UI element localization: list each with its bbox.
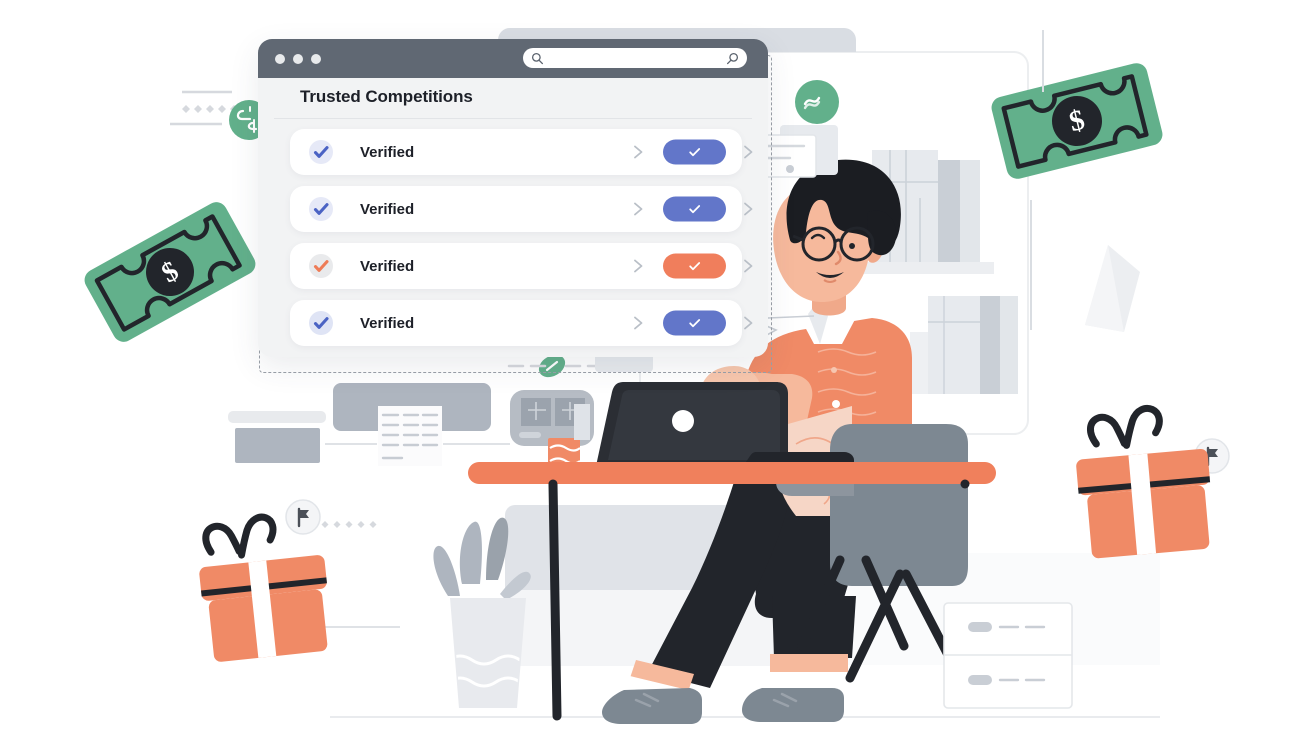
list-item[interactable]: Verified bbox=[290, 300, 753, 346]
check-icon bbox=[689, 319, 701, 328]
search-icon[interactable] bbox=[726, 52, 739, 65]
drawer-cabinet bbox=[943, 602, 1073, 709]
drawer-handle bbox=[968, 622, 992, 632]
check-icon bbox=[689, 148, 701, 157]
window-maximize-dot[interactable] bbox=[311, 53, 321, 64]
status-toggle[interactable] bbox=[663, 139, 726, 165]
list-item[interactable]: Verified bbox=[290, 243, 753, 289]
list-item-label: Verified bbox=[360, 143, 415, 161]
chevron-right-icon bbox=[634, 202, 643, 216]
status-toggle[interactable] bbox=[663, 196, 726, 222]
search-icon bbox=[531, 52, 544, 64]
verified-check-icon bbox=[309, 140, 333, 164]
chevron-right-icon bbox=[634, 259, 643, 273]
window-titlebar bbox=[258, 39, 768, 78]
list-item-label: Verified bbox=[360, 200, 415, 218]
traffic-lights bbox=[275, 53, 321, 64]
list-item[interactable]: Verified bbox=[290, 129, 753, 175]
chevron-right-icon bbox=[744, 202, 753, 216]
verified-check-icon bbox=[309, 254, 333, 278]
verified-check-icon bbox=[309, 311, 333, 335]
window-minimize-dot[interactable] bbox=[293, 53, 303, 64]
drawer-handle bbox=[968, 675, 992, 685]
flag-badge-left bbox=[285, 499, 321, 535]
check-icon bbox=[689, 262, 701, 271]
competition-list: Verified Verified Verified Verified bbox=[290, 129, 753, 357]
list-item-label: Verified bbox=[360, 314, 415, 332]
verified-check-icon bbox=[309, 197, 333, 221]
page-title: Trusted Competitions bbox=[300, 87, 473, 106]
chevron-right-icon bbox=[744, 316, 753, 330]
chevron-right-icon bbox=[634, 145, 643, 159]
chevron-right-icon bbox=[744, 259, 753, 273]
status-toggle[interactable] bbox=[663, 310, 726, 336]
status-toggle[interactable] bbox=[663, 253, 726, 279]
chevron-right-icon bbox=[634, 316, 643, 330]
wave-badge-1 bbox=[795, 80, 839, 124]
check-icon bbox=[689, 205, 701, 214]
window-close-dot[interactable] bbox=[275, 53, 285, 64]
chevron-right-icon bbox=[744, 145, 753, 159]
browser-window: Trusted Competitions Verified Verified V… bbox=[258, 39, 768, 357]
list-item-label: Verified bbox=[360, 257, 415, 275]
list-item[interactable]: Verified bbox=[290, 186, 753, 232]
title-divider bbox=[274, 118, 752, 119]
search-input[interactable] bbox=[523, 48, 747, 68]
